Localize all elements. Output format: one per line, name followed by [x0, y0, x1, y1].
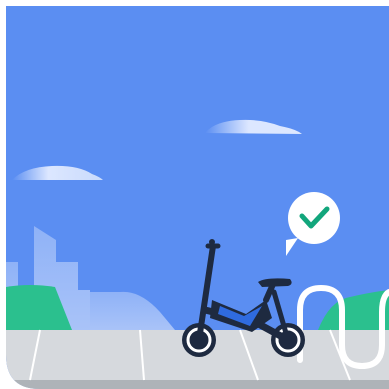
- e-bike-illustration: [6, 6, 389, 389]
- pavement-edge: [6, 380, 389, 389]
- illustration-scene: [0, 0, 389, 389]
